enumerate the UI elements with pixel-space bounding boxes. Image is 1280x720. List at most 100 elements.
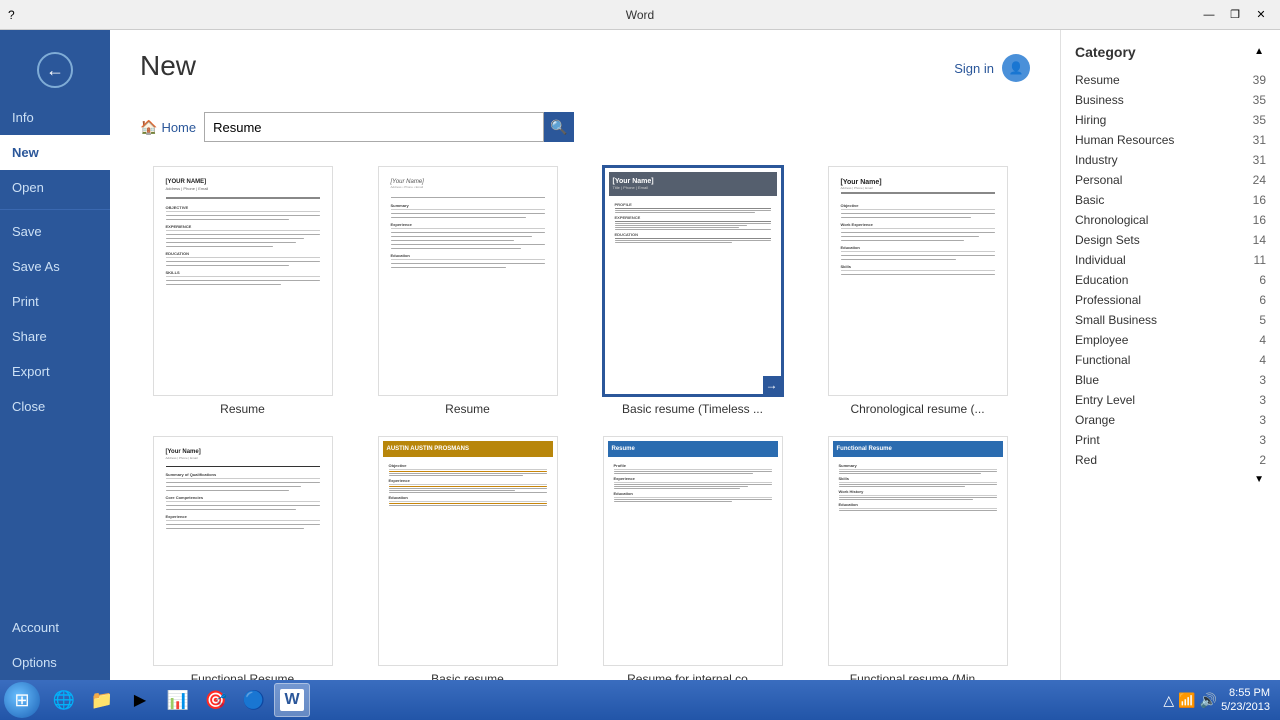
category-item-chronological[interactable]: Chronological16 — [1061, 210, 1280, 230]
category-count: 3 — [1259, 413, 1266, 427]
sidebar-item-account[interactable]: Account — [0, 610, 110, 645]
taskbar-app5[interactable]: 📊 — [160, 683, 196, 717]
sidebar-item-options[interactable]: Options — [0, 645, 110, 680]
template-card[interactable]: [Your Name] Address • Phone • Email Summ… — [365, 166, 570, 416]
category-count: 4 — [1259, 353, 1266, 367]
category-item-functional[interactable]: Functional4 — [1061, 350, 1280, 370]
search-input[interactable] — [204, 112, 544, 142]
scroll-up-icon[interactable]: ▲ — [1254, 40, 1264, 70]
category-item-resume[interactable]: Resume39 — [1061, 70, 1280, 90]
category-label: Design Sets — [1075, 233, 1140, 247]
category-item-entry_level[interactable]: Entry Level3 — [1061, 390, 1280, 410]
category-item-education[interactable]: Education6 — [1061, 270, 1280, 290]
app-body: ← Info New Open Save Save As Print Share… — [0, 30, 1280, 680]
template-label: Resume — [445, 402, 490, 416]
taskbar-tray: △ 📶 🔊 8:55 PM 5/23/2013 — [1157, 680, 1276, 720]
start-button[interactable]: ⊞ — [4, 682, 40, 718]
category-item-red[interactable]: Red 2 — [1061, 450, 1280, 470]
category-item-industry[interactable]: Industry 31 — [1061, 150, 1280, 170]
category-count: 2 — [1259, 453, 1266, 467]
signin-label[interactable]: Sign in — [954, 61, 994, 76]
category-count: 6 — [1259, 273, 1266, 287]
category-item-human_resources[interactable]: Human Resources31 — [1061, 130, 1280, 150]
category-item-blue[interactable]: Blue3 — [1061, 370, 1280, 390]
sidebar-item-new[interactable]: New — [0, 135, 110, 170]
taskbar-chrome[interactable]: 🔵 — [236, 683, 272, 717]
main-content: New Sign in 👤 🏠 Home 🔍 — [110, 30, 1060, 680]
category-count: 24 — [1253, 173, 1266, 187]
content-wrapper: New Sign in 👤 🏠 Home 🔍 — [110, 30, 1280, 680]
sidebar-divider — [0, 209, 110, 210]
app5-icon: 📊 — [167, 690, 189, 711]
template-thumbnail: [Your Name] Address | Phone | Email Obje… — [828, 166, 1008, 396]
close-button[interactable]: ✕ — [1250, 4, 1272, 26]
minimize-button[interactable]: — — [1198, 4, 1220, 26]
template-card[interactable]: [YOUR NAME] Address | Phone | Email OBJE… — [140, 166, 345, 416]
category-count: 31 — [1253, 153, 1266, 167]
category-item-business[interactable]: Business35 — [1061, 90, 1280, 110]
category-label: Employee — [1075, 333, 1128, 347]
sidebar-item-save-as[interactable]: Save As — [0, 249, 110, 284]
ie-icon: 🌐 — [53, 690, 75, 711]
category-count: 35 — [1253, 93, 1266, 107]
avatar: 👤 — [1002, 54, 1030, 82]
taskbar-explorer[interactable]: 📁 — [84, 683, 120, 717]
sidebar: ← Info New Open Save Save As Print Share… — [0, 30, 110, 680]
category-item-design_sets[interactable]: Design Sets14 — [1061, 230, 1280, 250]
template-thumbnail: [Your Name] Title | Phone | Email PROFIL… — [603, 166, 783, 396]
scroll-down-icon[interactable]: ▼ — [1061, 470, 1280, 489]
category-label: Individual — [1075, 253, 1126, 267]
category-label: Entry Level — [1075, 393, 1135, 407]
sidebar-item-open[interactable]: Open — [0, 170, 110, 205]
category-title: Category — [1061, 40, 1150, 70]
template-card[interactable]: Resume Profile Experience Education — [590, 436, 795, 680]
template-card[interactable]: AUSTIN AUSTIN PROSMANS Objective Experie… — [365, 436, 570, 680]
sidebar-spacer — [0, 424, 110, 610]
template-label: Resume — [220, 402, 265, 416]
category-list: Resume39Business35Hiring35Human Resource… — [1061, 70, 1280, 470]
category-item-hiring[interactable]: Hiring35 — [1061, 110, 1280, 130]
category-item-personal[interactable]: Personal24 — [1061, 170, 1280, 190]
search-icon: 🔍 — [550, 119, 567, 136]
category-count: 11 — [1254, 253, 1266, 267]
explorer-icon: 📁 — [91, 690, 113, 711]
category-label: Red — [1075, 453, 1097, 467]
taskbar-ie[interactable]: 🌐 — [46, 683, 82, 717]
tray-clock[interactable]: 8:55 PM 5/23/2013 — [1221, 686, 1270, 715]
sidebar-item-close[interactable]: Close — [0, 389, 110, 424]
taskbar-media[interactable]: ▶ — [122, 683, 158, 717]
category-count: 4 — [1259, 333, 1266, 347]
sidebar-item-save[interactable]: Save — [0, 214, 110, 249]
category-item-orange[interactable]: Orange3 — [1061, 410, 1280, 430]
help-icon[interactable]: ? — [8, 8, 15, 22]
taskbar-word[interactable]: W — [274, 683, 310, 717]
sidebar-item-share[interactable]: Share — [0, 319, 110, 354]
category-count: 6 — [1259, 293, 1266, 307]
media-icon: ▶ — [134, 690, 146, 710]
template-card[interactable]: Functional Resume Summary Skills Work Hi… — [815, 436, 1020, 680]
search-button[interactable]: 🔍 — [544, 112, 574, 142]
category-label: Industry — [1075, 153, 1118, 167]
tray-arrow-icon[interactable]: △ — [1163, 692, 1174, 709]
category-label: Resume — [1075, 73, 1120, 87]
sidebar-item-export[interactable]: Export — [0, 354, 110, 389]
category-item-print[interactable]: Print3 — [1061, 430, 1280, 450]
sidebar-item-print[interactable]: Print — [0, 284, 110, 319]
template-card[interactable]: [Your Name] Title | Phone | Email PROFIL… — [590, 166, 795, 416]
tray-network-icon[interactable]: 📶 — [1178, 692, 1195, 709]
category-item-basic[interactable]: Basic16 — [1061, 190, 1280, 210]
sidebar-item-info[interactable]: Info — [0, 100, 110, 135]
home-button[interactable]: 🏠 Home — [140, 119, 196, 136]
window-controls: — ❐ ✕ — [1198, 4, 1272, 26]
taskbar-app6[interactable]: 🎯 — [198, 683, 234, 717]
template-thumbnail: Resume Profile Experience Education — [603, 436, 783, 666]
template-card[interactable]: [Your Name] Address | Phone | Email Summ… — [140, 436, 345, 680]
restore-button[interactable]: ❐ — [1224, 4, 1246, 26]
category-item-professional[interactable]: Professional6 — [1061, 290, 1280, 310]
back-button[interactable]: ← — [0, 40, 110, 100]
category-item-individual[interactable]: Individual 11 — [1061, 250, 1280, 270]
category-item-employee[interactable]: Employee 4 — [1061, 330, 1280, 350]
category-item-small_business[interactable]: Small Business5 — [1061, 310, 1280, 330]
tray-volume-icon[interactable]: 🔊 — [1200, 692, 1217, 709]
template-card[interactable]: [Your Name] Address | Phone | Email Obje… — [815, 166, 1020, 416]
